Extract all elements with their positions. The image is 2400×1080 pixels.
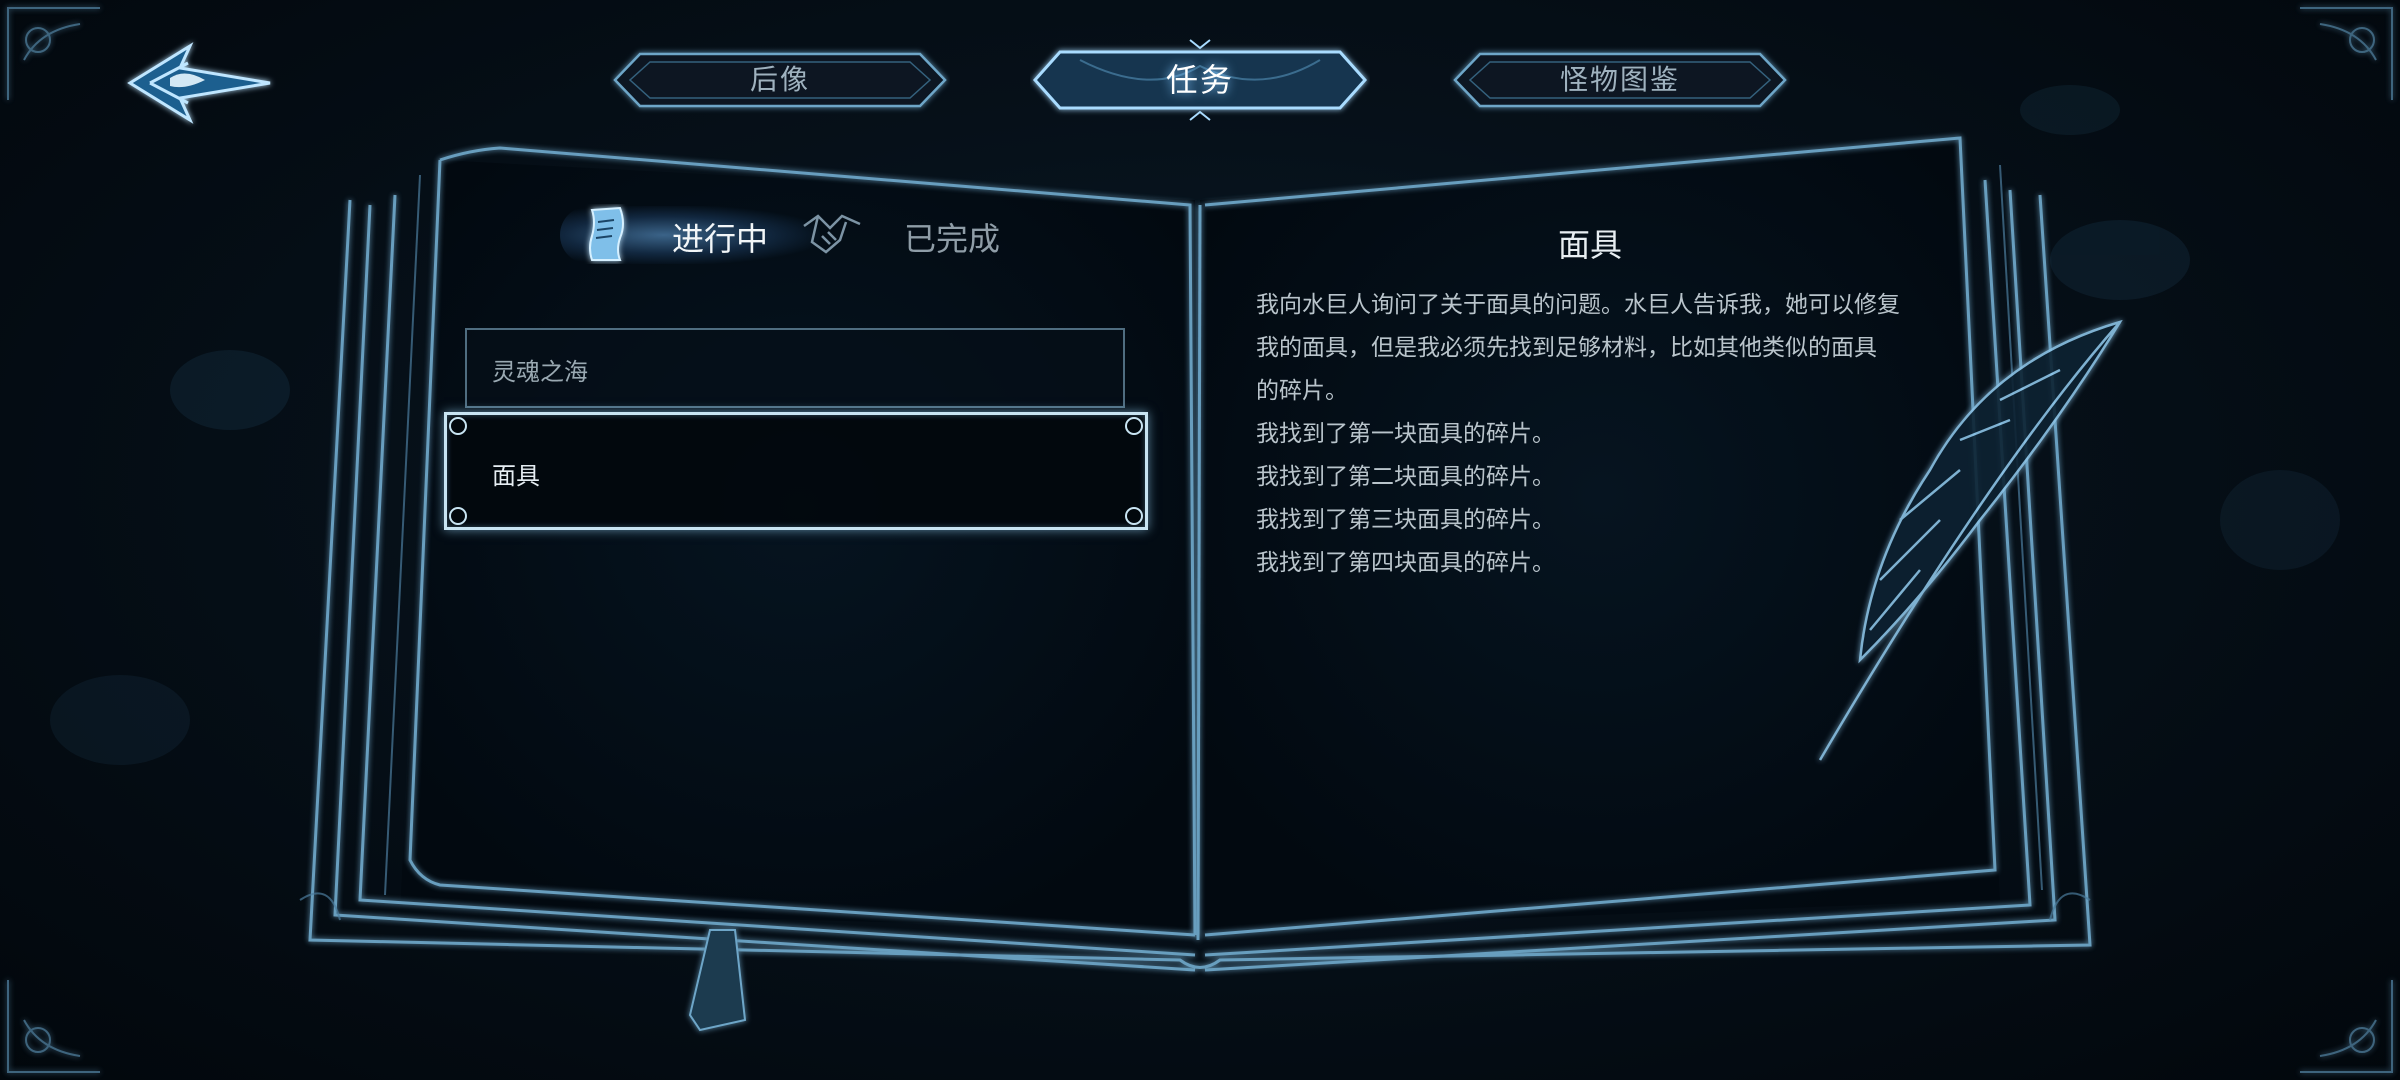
quest-description-line: 我找到了第二块面具的碎片。: [1256, 464, 1555, 490]
frame-corner-ornament: [449, 417, 467, 435]
quest-list-item-selected[interactable]: 面具: [444, 412, 1148, 530]
tab-label: 怪物图鉴: [1559, 63, 1680, 96]
frame-corner-ornament: [449, 507, 467, 525]
quest-title: 面具: [1557, 226, 1622, 264]
tab-in-progress-label: 进行中: [672, 220, 769, 258]
quest-description-line: 我找到了第一块面具的碎片。: [1256, 421, 1555, 447]
frame-corner-ornament: [1125, 417, 1143, 435]
tab-label: 后像: [749, 63, 810, 96]
quest-journal-screen: 后像 任务 怪物图鉴 进行中 已完成 灵魂之海 面具 面具 我向水巨人询问了关于…: [0, 0, 2400, 1080]
scroll-icon: [589, 206, 624, 261]
frame-corner-ornament: [1125, 507, 1143, 525]
handshake-icon: [803, 214, 861, 254]
tab-completed[interactable]: 已完成: [800, 196, 1020, 276]
tab-afterimage[interactable]: 后像: [610, 44, 950, 116]
back-button[interactable]: [110, 28, 280, 138]
quest-item-label: 面具: [492, 462, 540, 490]
quest-description-line: 我找到了第四块面具的碎片。: [1256, 550, 1555, 576]
quest-description-line: 的碎片。: [1256, 378, 1348, 404]
back-arrow-icon: [127, 42, 271, 124]
quest-description: 我向水巨人询问了关于面具的问题。水巨人告诉我，她可以修复 我的面具，但是我必须先…: [1256, 284, 1916, 585]
tab-bestiary[interactable]: 怪物图鉴: [1450, 44, 1790, 116]
quest-item-label: 灵魂之海: [492, 358, 588, 386]
journal-book-illustration: [7, 7, 2393, 1073]
quest-description-line: 我向水巨人询问了关于面具的问题。水巨人告诉我，她可以修复: [1256, 292, 1900, 318]
tab-completed-label: 已完成: [904, 220, 1001, 258]
quest-description-line: 我找到了第三块面具的碎片。: [1256, 507, 1555, 533]
quest-list-item[interactable]: 灵魂之海: [465, 328, 1125, 408]
tab-quests[interactable]: 任务: [1030, 36, 1370, 124]
tab-label: 任务: [1165, 61, 1234, 99]
tab-in-progress[interactable]: 进行中: [580, 196, 820, 276]
quest-description-line: 我的面具，但是我必须先找到足够材料，比如其他类似的面具: [1256, 335, 1877, 361]
